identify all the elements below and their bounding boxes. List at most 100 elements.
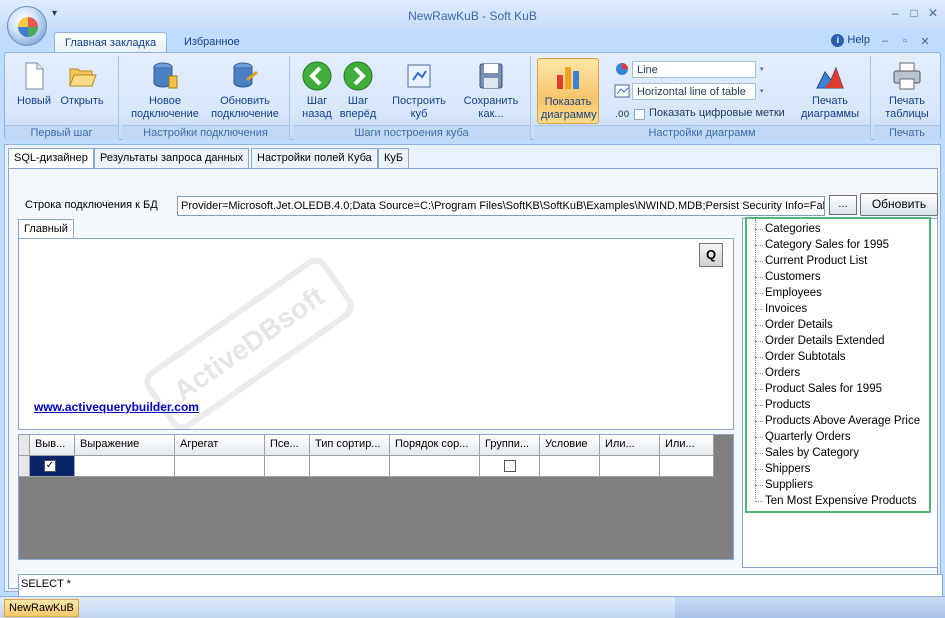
tab-cube[interactable]: КуБ — [378, 148, 410, 168]
maximize-button[interactable]: □ — [906, 6, 922, 20]
new-connection-button[interactable]: Новое подключение — [128, 60, 202, 121]
save-as-button[interactable]: Сохранить как... — [459, 60, 523, 121]
expression-cell[interactable] — [75, 456, 175, 477]
window-title: NewRawKuB - Soft KuB — [408, 9, 537, 23]
group-label-print: Печать — [874, 125, 940, 140]
list-item[interactable]: Order Subtotals — [753, 349, 929, 365]
chart-type-dropdown-arrow[interactable]: ▾ — [760, 65, 764, 73]
chart-type-select[interactable]: Line — [632, 61, 756, 78]
print-chart-label-1: Печать — [811, 95, 849, 107]
show-labels-checkbox[interactable] — [634, 109, 645, 120]
tab-sql-designer[interactable]: SQL-дизайнер — [8, 148, 94, 170]
col-or-2[interactable]: Или... — [660, 435, 714, 456]
group-first-step: Новый Открыть Первый шаг — [5, 56, 119, 140]
list-item[interactable]: Order Details — [753, 317, 929, 333]
help-label: Help — [847, 34, 870, 46]
list-item[interactable]: Category Sales for 1995 — [753, 237, 929, 253]
save-disk-icon — [479, 63, 503, 89]
ribbon: Новый Открыть Первый шаг Новое подключен… — [4, 52, 941, 140]
list-item[interactable]: Products — [753, 397, 929, 413]
chart-line-select[interactable]: Horizontal line of table — [632, 83, 756, 100]
row-header[interactable] — [19, 456, 30, 477]
group-label-chart-settings: Настройки диаграмм — [534, 125, 870, 140]
pie-chart-icon — [616, 63, 628, 75]
status-bar-right-area — [675, 597, 945, 618]
list-item[interactable]: Shippers — [753, 461, 929, 477]
ribbon-tab-favorites[interactable]: Избранное — [174, 32, 250, 53]
grid-header-corner — [19, 435, 30, 456]
build-cube-button[interactable]: Построить куб — [389, 60, 449, 121]
connection-string-input[interactable]: Provider=Microsoft.Jet.OLEDB.4.0;Data So… — [177, 196, 825, 216]
list-item[interactable]: Current Product List — [753, 253, 929, 269]
new-button[interactable]: Новый — [14, 60, 54, 108]
list-item[interactable]: Orders — [753, 365, 929, 381]
col-aggregate[interactable]: Агрегат — [175, 435, 265, 456]
arrow-left-icon — [302, 61, 332, 91]
list-item[interactable]: Categories — [753, 221, 929, 237]
refresh-button[interactable]: Обновить — [860, 193, 938, 216]
ribbon-tab-home[interactable]: Главная закладка — [54, 32, 168, 53]
print-table-button[interactable]: Печать таблицы — [878, 60, 936, 121]
col-sort-type[interactable]: Тип сортир... — [310, 435, 390, 456]
tab-main[interactable]: Главный — [18, 219, 74, 239]
mdi-restore-button[interactable]: ▫ — [898, 35, 912, 47]
browse-connection-button[interactable]: ... — [829, 195, 857, 215]
print-table-label-1: Печать — [888, 95, 926, 107]
sort-order-cell[interactable] — [390, 456, 480, 477]
col-grouping[interactable]: Группи... — [480, 435, 540, 456]
open-button[interactable]: Открыть — [57, 60, 107, 108]
tab-query-results[interactable]: Результаты запроса данных — [94, 148, 250, 168]
output-cell[interactable]: ✓ — [30, 456, 75, 477]
list-item[interactable]: Order Details Extended — [753, 333, 929, 349]
help-link[interactable]: i Help — [831, 34, 870, 47]
mdi-close-button[interactable]: ✕ — [918, 35, 932, 48]
step-forward-button[interactable]: Шаг вперёд — [338, 60, 378, 121]
query-button[interactable]: Q — [699, 243, 723, 267]
list-item[interactable]: Sales by Category — [753, 445, 929, 461]
condition-cell[interactable] — [540, 456, 600, 477]
col-condition[interactable]: Условие — [540, 435, 600, 456]
status-window-tab[interactable]: NewRawKuB — [4, 599, 79, 617]
query-columns-grid: Выв... Выражение Агрегат Псе... Тип сорт… — [18, 434, 734, 560]
alias-cell[interactable] — [265, 456, 310, 477]
chart-line-dropdown-arrow[interactable]: ▾ — [760, 87, 764, 95]
col-sort-order[interactable]: Порядок сор... — [390, 435, 480, 456]
aggregate-cell[interactable] — [175, 456, 265, 477]
grouping-cell[interactable] — [480, 456, 540, 477]
new-connection-label-1: Новое — [148, 95, 182, 107]
output-checkbox[interactable]: ✓ — [44, 460, 56, 472]
tab-cube-fields[interactable]: Настройки полей Куба — [251, 148, 378, 168]
close-button[interactable]: ✕ — [925, 6, 941, 20]
col-or-1[interactable]: Или... — [600, 435, 660, 456]
minimize-button[interactable]: – — [887, 6, 903, 20]
activequerybuilder-link[interactable]: www.activequerybuilder.com — [34, 400, 199, 414]
new-connection-label-2: подключение — [131, 108, 199, 120]
step-back-button[interactable]: Шаг назад — [299, 60, 335, 121]
sort-type-cell[interactable] — [310, 456, 390, 477]
table-row: ✓ — [19, 456, 714, 477]
col-expression[interactable]: Выражение — [75, 435, 175, 456]
query-design-canvas[interactable]: ActiveDBsoft Q www.activequerybuilder.co… — [18, 238, 734, 430]
col-output[interactable]: Выв... — [30, 435, 75, 456]
mdi-minimize-button[interactable]: – — [878, 35, 892, 47]
title-bar: ▾ NewRawKuB - Soft KuB – □ ✕ — [0, 0, 945, 30]
list-item[interactable]: Products Above Average Price — [753, 413, 929, 429]
list-item[interactable]: Suppliers — [753, 477, 929, 493]
or-cell-1[interactable] — [600, 456, 660, 477]
or-cell-2[interactable] — [660, 456, 714, 477]
list-item[interactable]: Quarterly Orders — [753, 429, 929, 445]
list-item[interactable]: Invoices — [753, 301, 929, 317]
update-connection-button[interactable]: Обновить подключение — [206, 60, 284, 121]
grouping-checkbox[interactable] — [504, 460, 516, 472]
step-forward-label-1: Шаг — [347, 95, 369, 107]
show-chart-button[interactable]: Показать диаграмму — [537, 58, 599, 124]
print-chart-button[interactable]: Печать диаграммы — [796, 60, 864, 121]
application-menu-button[interactable] — [7, 6, 47, 46]
digital-labels-icon: .00 — [615, 110, 630, 120]
col-alias[interactable]: Псе... — [265, 435, 310, 456]
list-item[interactable]: Ten Most Expensive Products — [753, 493, 929, 509]
group-chart-settings: Показать диаграмму Line ▾ Horizontal lin… — [534, 56, 871, 140]
list-item[interactable]: Customers — [753, 269, 929, 285]
list-item[interactable]: Employees — [753, 285, 929, 301]
list-item[interactable]: Product Sales for 1995 — [753, 381, 929, 397]
